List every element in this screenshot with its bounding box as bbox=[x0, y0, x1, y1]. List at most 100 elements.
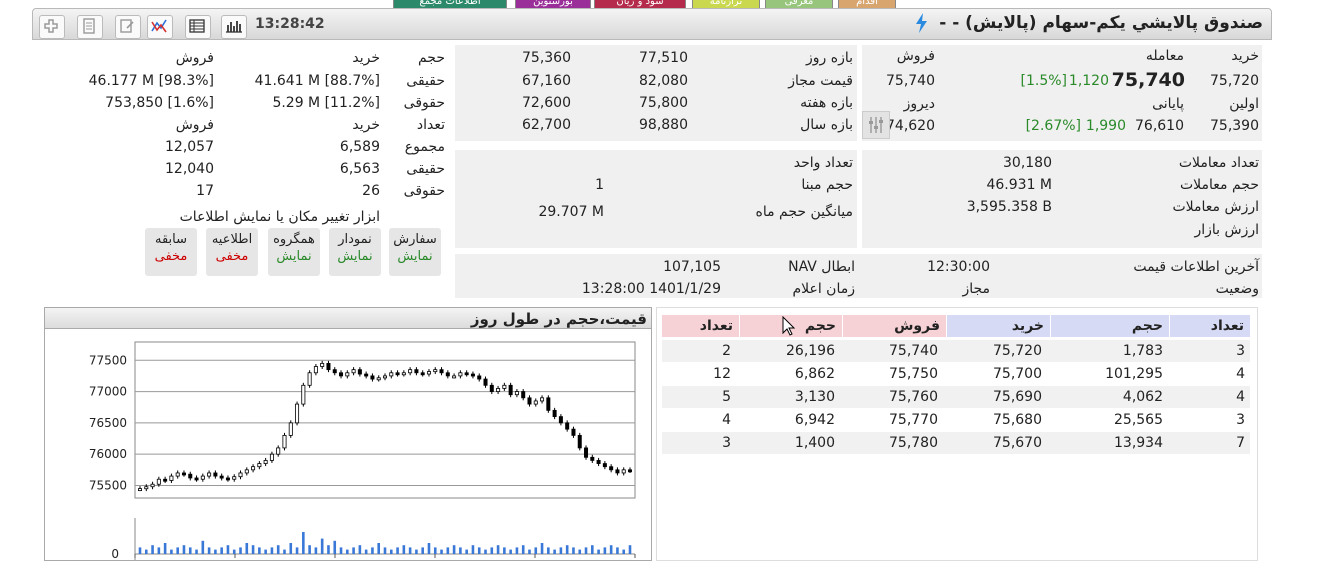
ct-legal-label: حقوقی bbox=[403, 95, 445, 111]
order-book-cell-sell-price: 75,740 bbox=[889, 343, 938, 359]
settings-sliders-icon[interactable] bbox=[862, 111, 890, 139]
candle-body bbox=[188, 473, 193, 479]
edit-icon[interactable] bbox=[115, 15, 141, 39]
volume-bar bbox=[176, 547, 179, 554]
day-range-label: بازه روز bbox=[806, 50, 853, 66]
ct-total-buy: 6,589 bbox=[339, 139, 380, 155]
nav-value: 107,105 bbox=[663, 259, 721, 275]
volume-bar bbox=[188, 547, 192, 554]
volume-bar bbox=[433, 547, 437, 554]
year-range-high: 98,880 bbox=[639, 117, 688, 133]
yesterday-label: دیروز bbox=[903, 96, 935, 112]
order-book-cell-buy-count: 3 bbox=[1236, 412, 1245, 428]
order-book-cell-sell-vol: 6,862 bbox=[794, 366, 835, 382]
candle-body bbox=[609, 466, 614, 471]
order-book-cell-sell-price: 75,770 bbox=[889, 412, 938, 428]
candle-body bbox=[546, 397, 551, 411]
toggle-button-2[interactable]: همگروه نمایش bbox=[268, 228, 320, 276]
candle-body bbox=[527, 397, 532, 405]
y-tick-label: 77000 bbox=[89, 385, 127, 399]
toggle-button-3[interactable]: اطلاعیه مخفی bbox=[206, 228, 258, 276]
year-range-low: 62,700 bbox=[522, 117, 571, 133]
last-info-time: 12:30:00 bbox=[927, 259, 990, 275]
clock: 13:28:42 bbox=[255, 16, 325, 32]
volume-bar bbox=[327, 545, 330, 554]
order-book-cell-sell-count: 4 bbox=[722, 412, 731, 428]
volume-bar bbox=[427, 543, 431, 554]
candle-body bbox=[596, 460, 601, 464]
candle-body bbox=[163, 478, 168, 482]
toggle-state: نمایش bbox=[337, 249, 373, 264]
unit-count-label: تعداد واحد bbox=[793, 155, 853, 171]
toggle-button-0[interactable]: سفارش نمایش bbox=[389, 228, 441, 276]
order-book-cell-sell-price: 75,760 bbox=[889, 389, 938, 405]
volume-bar bbox=[459, 547, 462, 554]
trade-volume: 46.931 M bbox=[986, 177, 1052, 193]
volume-bar bbox=[446, 547, 450, 554]
volume-bar bbox=[465, 549, 468, 554]
candle-body bbox=[540, 397, 545, 402]
chart-title: قیمت،حجم در طول روز bbox=[470, 310, 647, 328]
volume-bar bbox=[302, 532, 305, 554]
last-price: 76,610 bbox=[1135, 118, 1184, 134]
candle-body bbox=[181, 472, 186, 476]
candle-body bbox=[313, 366, 318, 374]
candle-body bbox=[389, 372, 394, 377]
volume-bar bbox=[553, 549, 556, 554]
volume-bar bbox=[214, 549, 217, 554]
ct-real-buy: 41.641 M [88.7%] bbox=[254, 73, 380, 89]
volume-bar bbox=[352, 547, 355, 554]
candle-body bbox=[339, 372, 344, 377]
candle-body bbox=[433, 369, 438, 373]
volume-bar bbox=[157, 547, 161, 554]
intraday-chart-panel: قیمت،حجم در طول روز 77500 77000 76500 76000… bbox=[44, 307, 652, 561]
candle-body bbox=[244, 469, 249, 474]
volume-bar bbox=[616, 547, 619, 554]
add-icon[interactable] bbox=[39, 15, 65, 39]
candle-body bbox=[257, 463, 262, 468]
volume-bar bbox=[559, 547, 563, 554]
table-icon[interactable] bbox=[185, 15, 211, 39]
candle-body bbox=[502, 384, 507, 389]
lightning-icon[interactable] bbox=[913, 12, 929, 38]
ct-count-label: تعداد bbox=[416, 117, 445, 133]
trade-count-label: تعداد معاملات bbox=[1178, 155, 1259, 171]
order-book-cell-buy-price: 75,700 bbox=[993, 366, 1042, 382]
volume-bar bbox=[295, 547, 299, 554]
candle-body bbox=[452, 375, 457, 379]
candle-body bbox=[251, 466, 256, 471]
volume-bar bbox=[515, 547, 519, 554]
nav-label: NAV ابطال bbox=[788, 259, 855, 275]
bar-chart-icon[interactable] bbox=[221, 15, 247, 39]
mouse-cursor-icon bbox=[782, 315, 796, 340]
document-icon[interactable] bbox=[77, 15, 103, 39]
order-book-cell-buy-vol: 101,295 bbox=[1105, 366, 1163, 382]
toggle-button-1[interactable]: نمودار نمایش bbox=[329, 228, 381, 276]
year-range-label: بازه سال bbox=[800, 117, 853, 133]
volume-bar bbox=[163, 543, 167, 554]
candle-body bbox=[445, 372, 450, 377]
toggle-button-4[interactable]: سابقه مخفی bbox=[145, 228, 197, 276]
candle-body bbox=[370, 375, 375, 380]
volume-bar bbox=[377, 543, 381, 554]
candle-body bbox=[508, 384, 513, 396]
candle-body bbox=[175, 472, 180, 477]
candle-body bbox=[621, 469, 626, 474]
status-label: وضعیت bbox=[1215, 281, 1259, 297]
volume-bar bbox=[270, 547, 274, 554]
y-tick-label: 77500 bbox=[89, 353, 127, 367]
volume-bar bbox=[195, 549, 198, 554]
order-book-cell-buy-price: 75,670 bbox=[993, 435, 1042, 451]
candle-body bbox=[169, 475, 174, 481]
volume-bar bbox=[597, 549, 600, 554]
compare-chart-icon[interactable] bbox=[147, 15, 173, 39]
candle-body bbox=[307, 372, 312, 386]
order-book-header-5: تعداد bbox=[662, 315, 739, 337]
candle-body bbox=[194, 477, 199, 481]
order-book-cell-sell-vol: 1,400 bbox=[794, 435, 835, 451]
base-volume: 1 bbox=[595, 177, 604, 193]
order-book-cell-buy-count: 3 bbox=[1236, 343, 1245, 359]
candle-body bbox=[628, 469, 633, 473]
candle-body bbox=[470, 373, 475, 377]
candle-body bbox=[332, 369, 337, 374]
